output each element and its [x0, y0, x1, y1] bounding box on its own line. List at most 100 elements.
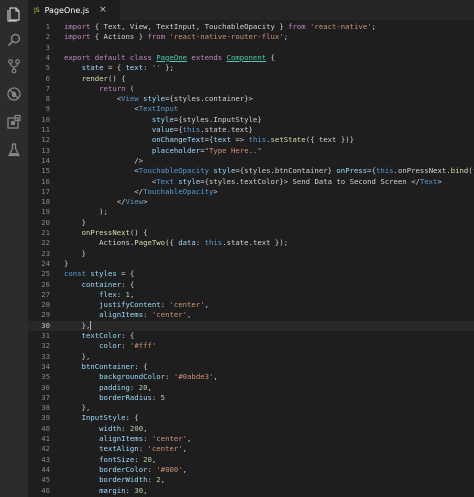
code-text: return ( [64, 84, 134, 94]
line-number: 35 [41, 372, 50, 382]
line-number: 17 [41, 186, 50, 196]
code-line[interactable]: 12 onChangeText={text => this.setState({… [28, 135, 474, 145]
code-token: }; [160, 63, 174, 73]
tab-strip: JS PageOne.js × [28, 0, 474, 20]
code-text: placeholder="Type Here.." [64, 146, 262, 156]
code-line[interactable]: 31 textColor: { [28, 331, 474, 341]
code-token: : [121, 341, 130, 351]
code-token: : [143, 434, 152, 443]
line-number: 11 [41, 125, 50, 134]
code-line[interactable]: 39 InputStyle: { [28, 413, 474, 423]
tab-pageone-js[interactable]: JS PageOne.js × [28, 0, 121, 20]
code-line[interactable]: 32 color: '#fff' [28, 341, 474, 351]
code-line[interactable]: 36 padding: 20, [28, 383, 474, 393]
code-line[interactable]: 18 </View> [28, 197, 474, 207]
code-line[interactable]: 6 render() { [28, 74, 474, 84]
line-number: 24 [41, 258, 50, 268]
code-line[interactable]: 25 const styles = { [28, 269, 474, 279]
code-line[interactable]: 10 style={styles.InputStyle} [28, 115, 474, 125]
code-line[interactable]: 21 onPressNext() { [28, 228, 474, 238]
code-token: borderColor [99, 464, 148, 474]
code-line[interactable]: 45 borderWidth: 2, [28, 475, 474, 485]
code-token: this [182, 125, 201, 134]
code-token: fontSize [99, 454, 135, 464]
code-token: , [147, 382, 152, 392]
code-line[interactable]: 44 borderColor: '#000', [28, 465, 474, 475]
search-icon[interactable] [6, 32, 22, 48]
code-token: btnContainer [81, 361, 135, 371]
code-line[interactable]: 22 Actions.PageTwo({ data: this.state.te… [28, 238, 474, 248]
line-number: 2 [45, 32, 50, 42]
test-flask-icon[interactable] [6, 142, 22, 158]
line-number: 27 [41, 289, 50, 299]
code-token: value [151, 125, 174, 134]
code-token: onPress [336, 166, 368, 176]
code-line[interactable]: 9 <TextInput [28, 104, 474, 114]
code-line[interactable]: 8 <View style={styles.container}> [28, 94, 474, 104]
code-line[interactable]: 4 export default class PageOne extends Co… [28, 53, 474, 63]
code-line[interactable]: 17 </TouchableOpacity> [28, 187, 474, 197]
code-line[interactable]: 46 margin: 30, [28, 486, 474, 496]
code-line[interactable]: 11 value={this.state.text} [28, 125, 474, 135]
code-token: padding [99, 382, 130, 392]
code-line[interactable]: 37 borderRadius: 5 [28, 393, 474, 403]
code-line[interactable]: 3 [28, 43, 474, 53]
code-line[interactable]: 7 return ( [28, 84, 474, 94]
code-token: : [116, 289, 126, 299]
code-line[interactable]: 38 }, [28, 403, 474, 413]
extensions-icon[interactable] [6, 114, 22, 130]
code-line[interactable]: 1 import { Text, View, TextInput, Touchab… [28, 22, 474, 32]
code-line[interactable]: 41 alignItems: 'center', [28, 434, 474, 444]
code-line[interactable]: 27 flex: 1, [28, 290, 474, 300]
code-token: ={styles.textColor}> Send Data to Second… [200, 176, 420, 186]
code-text: }, [64, 403, 91, 413]
code-line[interactable]: 16 <Text style={styles.textColor}> Send … [28, 177, 474, 187]
code-line[interactable]: 20 } [28, 218, 474, 228]
code-line[interactable]: 34 btnContainer: { [28, 362, 474, 372]
code-line[interactable]: 35 backgroundColor: '#0abde3', [28, 372, 474, 382]
code-editor[interactable]: 1 import { Text, View, TextInput, Touchab… [28, 20, 474, 497]
code-line[interactable]: 43 fontSize: 20, [28, 455, 474, 465]
code-text: render() { [64, 74, 126, 84]
line-number: 32 [41, 341, 50, 351]
code-line[interactable]: 23 } [28, 249, 474, 259]
code-text: backgroundColor: '#0abde3', [64, 372, 218, 382]
line-number: 25 [41, 269, 50, 279]
code-line[interactable]: 28 justifyContent: 'center', [28, 300, 474, 310]
line-number: 9 [45, 104, 50, 114]
code-line[interactable]: 30 }, [28, 320, 474, 331]
code-line[interactable]: 13 placeholder="Type Here.." [28, 146, 474, 156]
code-token: = { [103, 63, 126, 73]
line-number: 21 [41, 228, 50, 237]
code-line[interactable]: 26 container: { [28, 280, 474, 290]
code-token: 'react-native' [310, 22, 372, 31]
code-line[interactable]: 2 import { Actions } from 'react-native-r… [28, 32, 474, 42]
code-line[interactable]: 29 alignItems: 'center', [28, 310, 474, 320]
code-token: ; [371, 22, 376, 31]
code-line[interactable]: 5 state = { text: '' }; [28, 63, 474, 73]
debug-icon[interactable] [6, 86, 22, 102]
code-line[interactable]: 40 width: 200, [28, 424, 474, 434]
text-cursor [90, 321, 92, 331]
code-line[interactable]: 19 ); [28, 207, 474, 217]
code-line[interactable]: 42 textAlign: 'center', [28, 444, 474, 454]
files-icon[interactable] [6, 6, 22, 22]
code-token: : [147, 464, 157, 474]
source-control-icon[interactable] [6, 58, 22, 74]
code-token: margin [99, 485, 126, 495]
code-line[interactable]: 15 <TouchableOpacity style={styles.btnCo… [28, 166, 474, 176]
code-token: < [64, 104, 139, 114]
code-token: placeholder [151, 145, 201, 155]
code-line[interactable]: 24} [28, 259, 474, 269]
line-number: 44 [41, 464, 50, 474]
code-text: color: '#fff' [64, 341, 156, 351]
code-line[interactable]: 14 /> [28, 156, 474, 166]
close-tab-icon[interactable]: × [99, 5, 107, 15]
code-line[interactable]: 33 }, [28, 352, 474, 362]
